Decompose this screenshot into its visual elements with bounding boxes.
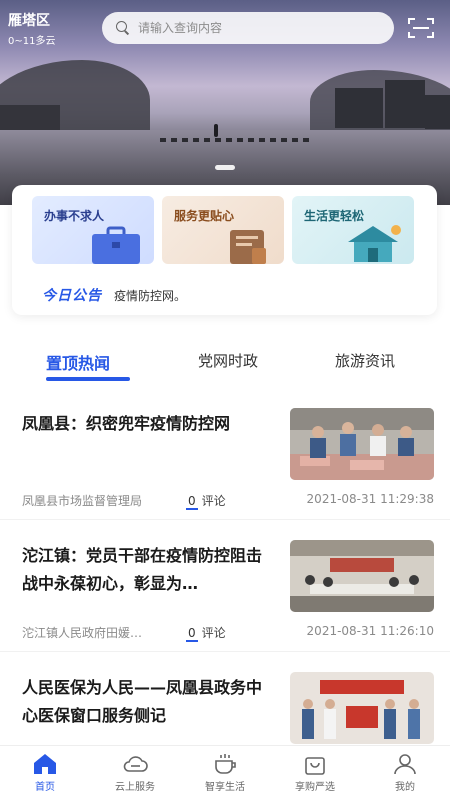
search-icon	[116, 21, 130, 35]
house-icon	[348, 225, 401, 262]
briefcase-icon	[92, 226, 140, 264]
news-source: 沱江镇人民政府田媛…	[22, 626, 143, 640]
weather-text: 0~11多云	[8, 36, 56, 47]
news-tabs: 置顶热闻 党网时政 旅游资讯	[0, 340, 450, 390]
service-label: 服务更贴心	[174, 209, 235, 223]
district-selector[interactable]: 雁塔区	[8, 10, 50, 30]
service-label: 办事不求人	[44, 209, 105, 223]
news-title: 沱江镇：党员干部在疫情防控阻击战中永葆初心，彰显为…	[22, 546, 263, 593]
hero-scenery	[335, 88, 383, 128]
service-tile-banshi[interactable]: 办事不求人	[32, 196, 154, 264]
nav-label: 智享生活	[205, 782, 245, 793]
tab-party-politics[interactable]: 党网时政	[198, 350, 258, 371]
nav-label: 我的	[395, 782, 415, 793]
tab-top-news[interactable]: 置顶热闻	[46, 350, 110, 374]
cloud-service-icon	[123, 756, 148, 772]
service-tile-shenghuo[interactable]: 生活更轻松	[292, 196, 414, 264]
service-tile-fuwu[interactable]: 服务更贴心	[162, 196, 284, 264]
nav-cloud-service[interactable]: 云上服务	[100, 752, 170, 793]
news-item[interactable]: 人民医保为人民——凤凰县政务中心医保窗口服务侧记	[0, 664, 450, 754]
nav-profile[interactable]: 我的	[370, 752, 440, 793]
news-source: 凤凰县市场监督管理局	[22, 494, 143, 508]
hero-scenery	[385, 80, 425, 128]
service-card: 办事不求人 服务更贴心 生活更轻松 今日公告 疫情防控网。	[12, 185, 437, 315]
comment-count[interactable]: 0 评论	[186, 624, 226, 642]
news-thumbnail	[290, 540, 434, 612]
hero-scenery	[425, 95, 450, 129]
bottom-navigation: 首页 云上服务 智享生活 享购严选 我的	[0, 745, 450, 800]
notice-text: 疫情防控网。	[114, 288, 187, 303]
news-thumbnail	[290, 408, 434, 480]
scan-icon[interactable]	[408, 17, 434, 39]
news-time: 2021-08-31 11:26:10	[306, 624, 434, 638]
user-icon	[394, 754, 416, 775]
shopping-bag-icon	[305, 757, 325, 775]
news-title: 人民医保为人民——凤凰县政务中心医保窗口服务侧记	[22, 678, 263, 725]
active-tab-indicator	[46, 377, 130, 381]
nav-home[interactable]: 首页	[10, 752, 80, 793]
notice-title: 今日公告	[42, 288, 102, 304]
search-input[interactable]	[138, 21, 378, 35]
search-bar[interactable]	[102, 12, 394, 44]
divider	[0, 651, 450, 652]
divider	[0, 519, 450, 520]
carousel-indicator[interactable]	[215, 165, 235, 170]
nav-label: 云上服务	[115, 782, 155, 793]
nav-label: 享购严选	[295, 782, 335, 793]
news-item[interactable]: 沱江镇：党员干部在疫情防控阻击战中永葆初心，彰显为… 沱江镇人民政府田媛… 0评…	[0, 532, 450, 652]
news-item[interactable]: 凤凰县：织密兜牢疫情防控网 凤凰县市场监督管理局 0 评论 2021-08-31 …	[0, 400, 450, 520]
tab-travel-info[interactable]: 旅游资讯	[335, 350, 395, 371]
document-icon	[230, 230, 266, 264]
nav-smart-life[interactable]: 智享生活	[190, 752, 260, 793]
notice-bar[interactable]: 今日公告 疫情防控网。	[42, 285, 186, 305]
nav-label: 首页	[35, 782, 55, 793]
home-icon	[34, 754, 56, 774]
hero-scenery	[160, 138, 310, 142]
cup-icon	[215, 754, 236, 774]
news-title: 凤凰县：织密兜牢疫情防控网	[22, 414, 231, 433]
comment-count[interactable]: 0 评论	[186, 492, 226, 510]
hero-scenery	[214, 124, 218, 137]
news-time: 2021-08-31 11:29:38	[306, 492, 434, 506]
nav-shopping[interactable]: 享购严选	[280, 752, 350, 793]
news-thumbnail	[290, 672, 434, 744]
